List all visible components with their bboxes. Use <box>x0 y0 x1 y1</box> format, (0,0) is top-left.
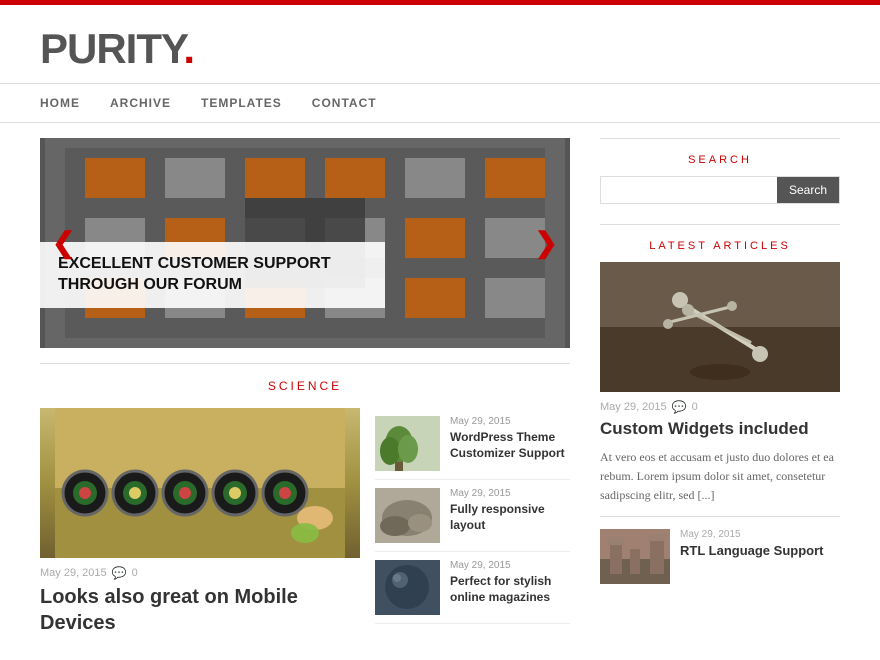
side-article-1: May 29, 2015 WordPress Theme Customizer … <box>375 408 570 480</box>
latest-article-image <box>600 262 840 392</box>
main-article: May 29, 2015 💬 0 Looks also great on Mob… <box>40 408 360 636</box>
side-article-1-info: May 29, 2015 WordPress Theme Customizer … <box>450 416 570 461</box>
divider <box>40 363 570 364</box>
section-label-science: SCIENCE <box>40 379 570 393</box>
header: PURITY. <box>0 5 880 83</box>
side-article-2-info: May 29, 2015 Fully responsive layout <box>450 488 570 533</box>
latest-comment-icon: 💬 <box>672 400 687 414</box>
search-button[interactable]: Search <box>777 177 839 203</box>
sidebar-small-article: May 29, 2015 RTL Language Support <box>600 516 840 584</box>
sidebar-small-article-info: May 29, 2015 RTL Language Support <box>680 529 823 584</box>
hero-slider: EXCELLENT CUSTOMER SUPPORT THROUGH OUR F… <box>40 138 570 348</box>
side-article-2-date: May 29, 2015 <box>450 488 570 499</box>
latest-article-date-text: May 29, 2015 <box>600 401 667 413</box>
side-article-2-image <box>375 488 440 543</box>
latest-article-text: At vero eos et accusam et justo duo dolo… <box>600 448 840 506</box>
sidebar-small-article-date: May 29, 2015 <box>680 529 823 540</box>
latest-articles-title: LATEST ARTICLES <box>600 224 840 252</box>
side-articles: May 29, 2015 WordPress Theme Customizer … <box>375 408 570 636</box>
main-container: EXCELLENT CUSTOMER SUPPORT THROUGH OUR F… <box>0 138 880 656</box>
latest-comment-count: 0 <box>692 401 698 413</box>
side-article-3: May 29, 2015 Perfect for stylish online … <box>375 552 570 624</box>
side-article-1-image <box>375 416 440 471</box>
nav-item-archive[interactable]: ARCHIVE <box>110 84 171 122</box>
main-article-date-text: May 29, 2015 <box>40 567 107 579</box>
main-article-title[interactable]: Looks also great on Mobile Devices <box>40 584 360 636</box>
main-article-meta: May 29, 2015 💬 0 <box>40 566 360 580</box>
main-article-image <box>40 408 360 558</box>
sidebar-small-article-image <box>600 529 670 584</box>
logo-text: PURITY <box>40 25 183 72</box>
slider-caption: EXCELLENT CUSTOMER SUPPORT THROUGH OUR F… <box>40 242 385 308</box>
main-article-comment-count: 0 <box>132 567 138 579</box>
side-article-3-info: May 29, 2015 Perfect for stylish online … <box>450 560 570 605</box>
side-article-3-date: May 29, 2015 <box>450 560 570 571</box>
side-article-1-date: May 29, 2015 <box>450 416 570 427</box>
nav-item-templates[interactable]: TEMPLATES <box>201 84 282 122</box>
logo-dot: . <box>183 25 194 72</box>
search-box: Search <box>600 176 840 204</box>
nav-item-contact[interactable]: CONTACT <box>312 84 377 122</box>
slider-caption-text: EXCELLENT CUSTOMER SUPPORT THROUGH OUR F… <box>58 254 367 296</box>
search-input[interactable] <box>601 177 777 203</box>
sidebar-small-article-title[interactable]: RTL Language Support <box>680 543 823 560</box>
sidebar: SEARCH Search LATEST ARTICLES <box>600 138 840 636</box>
side-article-3-title[interactable]: Perfect for stylish online magazines <box>450 574 570 605</box>
latest-article-meta: May 29, 2015 💬 0 <box>600 400 840 414</box>
latest-articles-section: LATEST ARTICLES <box>600 224 840 584</box>
search-section: SEARCH Search <box>600 138 840 204</box>
side-article-2: May 29, 2015 Fully responsive layout <box>375 480 570 552</box>
articles-grid: May 29, 2015 💬 0 Looks also great on Mob… <box>40 408 570 636</box>
nav-item-home[interactable]: HOME <box>40 84 80 122</box>
latest-article-title[interactable]: Custom Widgets included <box>600 418 840 440</box>
side-article-2-title[interactable]: Fully responsive layout <box>450 502 570 533</box>
search-section-title: SEARCH <box>600 138 840 166</box>
comment-icon: 💬 <box>112 566 127 580</box>
side-article-1-title[interactable]: WordPress Theme Customizer Support <box>450 430 570 461</box>
side-article-3-image <box>375 560 440 615</box>
slider-prev-button[interactable]: ❮ <box>52 226 75 260</box>
site-logo[interactable]: PURITY. <box>40 25 840 73</box>
content-area: EXCELLENT CUSTOMER SUPPORT THROUGH OUR F… <box>40 138 570 636</box>
slider-next-button[interactable]: ❯ <box>535 226 558 260</box>
main-nav: HOME ARCHIVE TEMPLATES CONTACT <box>0 83 880 123</box>
